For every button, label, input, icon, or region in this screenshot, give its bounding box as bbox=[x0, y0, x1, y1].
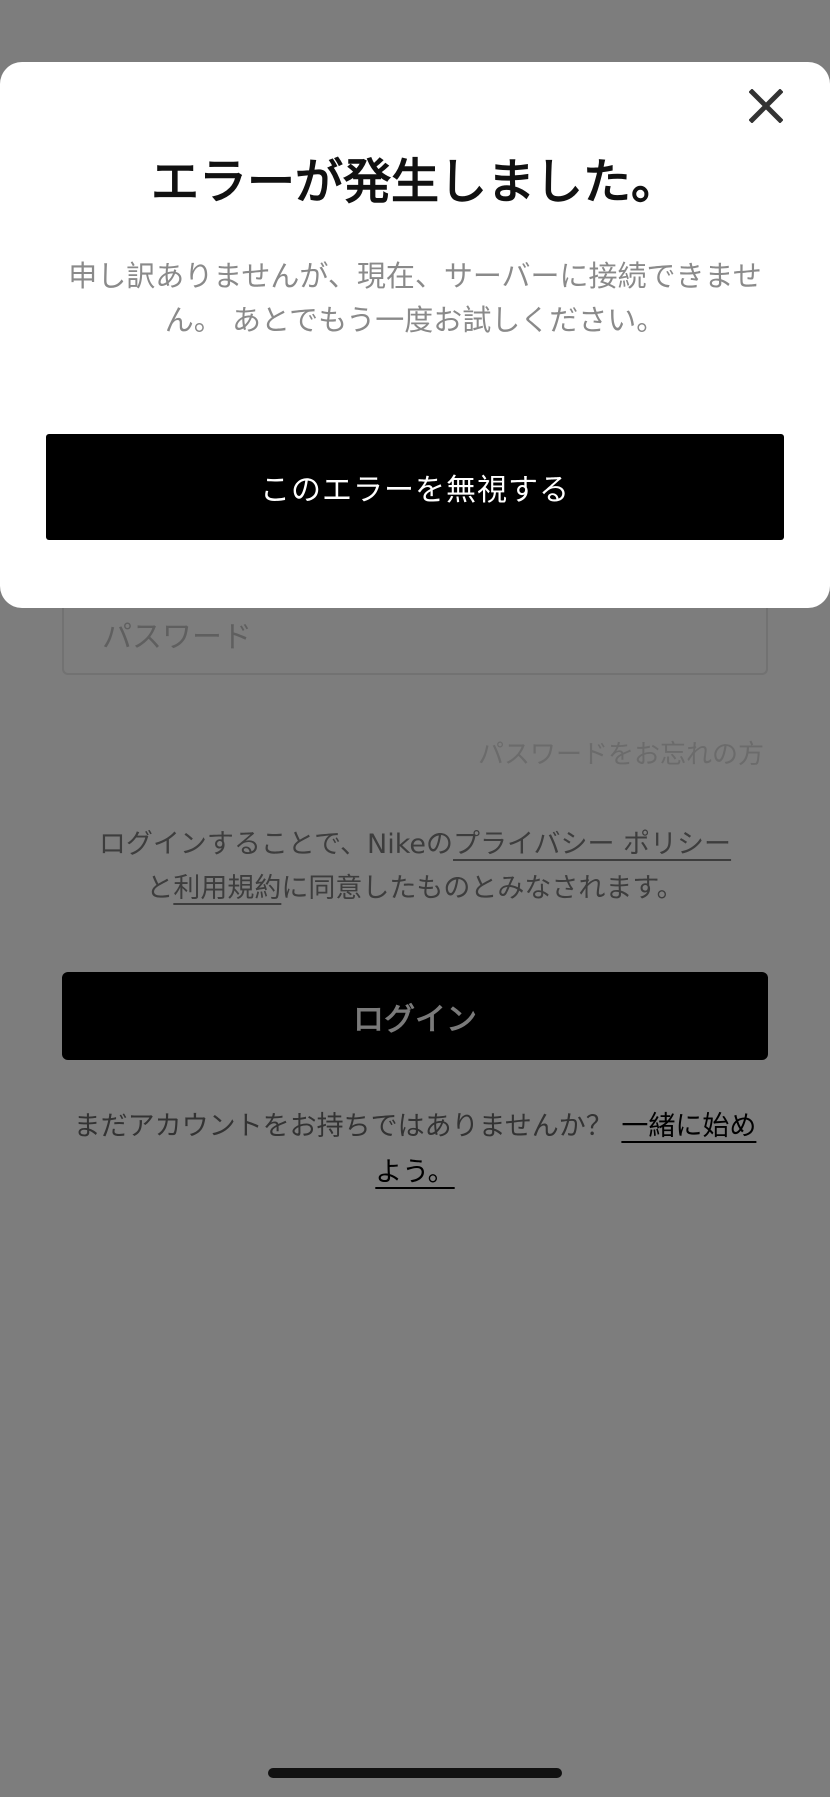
close-button[interactable] bbox=[742, 82, 790, 130]
signup-prompt: まだアカウントをお持ちではありませんか？ bbox=[73, 1111, 622, 1142]
login-button[interactable]: ログイン bbox=[62, 972, 768, 1060]
privacy-policy-link[interactable]: プライバシー ポリシー bbox=[453, 829, 731, 860]
dismiss-error-label: このエラーを無視する bbox=[260, 473, 570, 508]
terms-text: ログインすることで、Nikeのプライバシー ポリシー と利用規約に同意したものと… bbox=[62, 823, 768, 911]
signup-text: まだアカウントをお持ちではありませんか？ 一緒に始めよう。 bbox=[62, 1104, 768, 1196]
terms-prefix: ログインすることで、Nikeの bbox=[98, 829, 454, 860]
close-icon bbox=[749, 89, 783, 123]
forgot-password-link[interactable]: パスワードをお忘れの方 bbox=[478, 734, 764, 771]
login-button-label: ログイン bbox=[353, 1001, 477, 1038]
modal-title: エラーが発生しました。 bbox=[150, 154, 679, 210]
terms-suffix: に同意したものとみなされます。 bbox=[281, 873, 684, 904]
dismiss-error-button[interactable]: このエラーを無視する bbox=[46, 434, 784, 540]
modal-message: 申し訳ありませんが、現在、サーバーに接続できません。 あとでもう一度お試しくださ… bbox=[68, 259, 762, 337]
error-modal: エラーが発生しました。 申し訳ありませんが、現在、サーバーに接続できません。 あ… bbox=[0, 62, 830, 608]
home-indicator bbox=[268, 1768, 562, 1778]
terms-of-use-link[interactable]: 利用規約 bbox=[173, 873, 281, 904]
terms-and: と bbox=[146, 873, 174, 904]
password-placeholder: パスワード bbox=[102, 620, 252, 655]
